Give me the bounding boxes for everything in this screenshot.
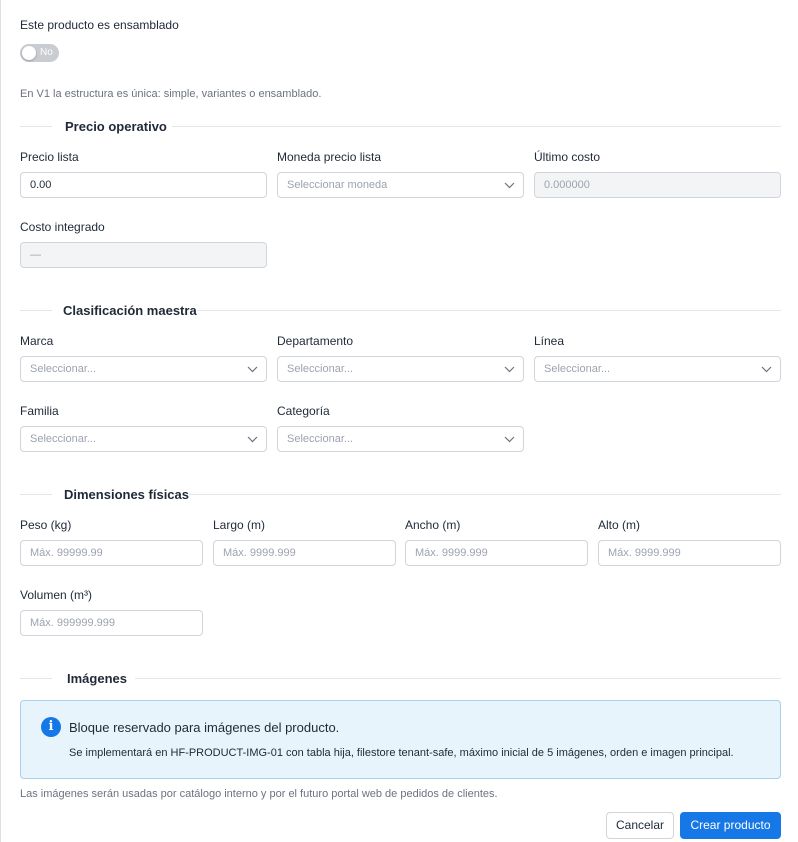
integrated-cost-input: — [20,242,267,268]
weight-label: Peso (kg) [20,518,72,532]
assembled-label: Este producto es ensamblado [20,18,179,32]
section-title-classification: Clasificación maestra [63,303,197,318]
section-title-price: Precio operativo [65,119,167,134]
last-cost-input: 0.000000 [534,172,781,198]
section-title-images: Imágenes [67,671,127,686]
width-label: Ancho (m) [405,518,461,532]
section-divider [20,310,52,311]
height-label: Alto (m) [598,518,640,532]
section-divider [20,494,52,495]
assembled-help: En V1 la estructura es única: simple, va… [20,88,322,100]
department-select[interactable]: Seleccionar... [277,356,524,382]
brand-select[interactable]: Seleccionar... [20,356,267,382]
section-title-dimensions: Dimensiones físicas [64,487,189,502]
length-input[interactable]: Máx. 9999.999 [213,540,396,566]
chevron-down-icon [504,436,515,443]
family-label: Familia [20,404,59,418]
cancel-button[interactable]: Cancelar [606,812,674,839]
chevron-down-icon [504,366,515,373]
list-price-label: Precio lista [20,150,79,164]
toggle-text: No [40,47,53,58]
images-note: Las imágenes serán usadas por catálogo i… [20,788,498,800]
assembled-toggle[interactable]: No [20,44,59,62]
department-placeholder: Seleccionar... [287,363,354,375]
weight-input[interactable]: Máx. 99999.99 [20,540,203,566]
category-label: Categoría [277,404,330,418]
height-input[interactable]: Máx. 9999.999 [598,540,781,566]
category-select[interactable]: Seleccionar... [277,426,524,452]
images-info-alert: i Bloque reservado para imágenes del pro… [20,700,781,779]
category-placeholder: Seleccionar... [287,433,354,445]
brand-label: Marca [20,334,54,348]
create-product-button[interactable]: Crear producto [680,812,781,839]
chevron-down-icon [247,436,258,443]
currency-placeholder: Seleccionar moneda [287,179,388,191]
volume-input[interactable]: Máx. 999999.999 [20,610,203,636]
family-select[interactable]: Seleccionar... [20,426,267,452]
width-input[interactable]: Máx. 9999.999 [405,540,588,566]
brand-placeholder: Seleccionar... [30,363,97,375]
chevron-down-icon [504,182,515,189]
section-divider [197,310,781,311]
chevron-down-icon [761,366,772,373]
length-label: Largo (m) [213,518,266,532]
section-divider [135,678,781,679]
currency-select[interactable]: Seleccionar moneda [277,172,524,198]
list-price-input[interactable]: 0.00 [20,172,267,198]
toggle-knob [22,46,36,60]
info-icon: i [41,717,61,737]
volume-label: Volumen (m³) [20,588,93,602]
department-label: Departamento [277,334,354,348]
line-label: Línea [534,334,565,348]
section-divider [20,126,52,127]
section-divider [172,126,781,127]
chevron-down-icon [247,366,258,373]
family-placeholder: Seleccionar... [30,433,97,445]
window-edge [0,0,1,842]
integrated-cost-label: Costo integrado [20,220,105,234]
line-select[interactable]: Seleccionar... [534,356,781,382]
last-cost-label: Último costo [534,150,601,164]
section-divider [189,494,781,495]
section-divider [20,678,52,679]
currency-label: Moneda precio lista [277,150,382,164]
info-title: Bloque reservado para imágenes del produ… [69,720,340,735]
line-placeholder: Seleccionar... [544,363,611,375]
info-body: Se implementará en HF-PRODUCT-IMG-01 con… [69,747,734,759]
